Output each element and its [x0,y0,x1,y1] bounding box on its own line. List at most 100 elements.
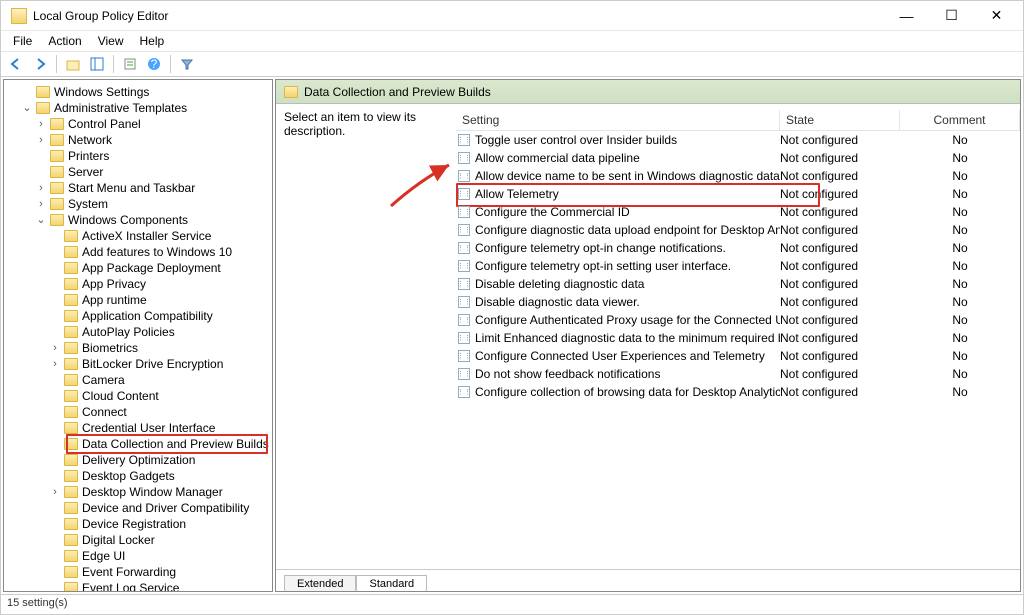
expander-icon[interactable]: › [48,484,62,500]
tree-item[interactable]: Digital Locker [6,532,270,548]
setting-row[interactable]: ⋮⋮Toggle user control over Insider build… [456,131,1020,149]
setting-row[interactable]: ⋮⋮Configure Authenticated Proxy usage fo… [456,311,1020,329]
tree-item-label: AutoPlay Policies [82,324,175,340]
tree-item-label: Device and Driver Compatibility [82,500,249,516]
expander-icon[interactable]: › [48,356,62,372]
folder-icon [64,470,78,482]
setting-row[interactable]: ⋮⋮Configure telemetry opt-in setting use… [456,257,1020,275]
setting-state: Not configured [780,277,900,291]
show-hide-tree-button[interactable] [86,53,108,75]
tree-item[interactable]: Device and Driver Compatibility [6,500,270,516]
tree-item[interactable]: Printers [6,148,270,164]
tab-standard[interactable]: Standard [356,575,427,592]
tree-item[interactable]: › Start Menu and Taskbar [6,180,270,196]
menu-help[interactable]: Help [132,32,173,50]
tree-item[interactable]: Credential User Interface [6,420,270,436]
tree-item-label: Printers [68,148,109,164]
policy-icon: ⋮⋮ [458,278,470,290]
export-button[interactable] [119,53,141,75]
tree-item[interactable]: ›Control Panel [6,116,270,132]
tree-item-label: Cloud Content [82,388,159,404]
setting-comment: No [900,133,1020,147]
setting-row[interactable]: ⋮⋮Allow commercial data pipelineNot conf… [456,149,1020,167]
menu-action[interactable]: Action [40,32,89,50]
setting-row[interactable]: ⋮⋮Disable diagnostic data viewer.Not con… [456,293,1020,311]
tree-item[interactable]: Add features to Windows 10 [6,244,270,260]
folder-icon [64,534,78,546]
tree-item[interactable]: ›Network [6,132,270,148]
tree-item[interactable]: Edge UI [6,548,270,564]
toolbar-sep [56,55,57,73]
col-state[interactable]: State [780,110,900,130]
tree-item[interactable]: ›BitLocker Drive Encryption [6,356,270,372]
setting-row[interactable]: ⋮⋮Allow device name to be sent in Window… [456,167,1020,185]
menu-file[interactable]: File [5,32,40,50]
description-column: Select an item to view its description. [284,110,456,569]
tree-item[interactable]: Event Forwarding [6,564,270,580]
folder-icon [64,390,78,402]
expander-icon[interactable]: › [34,196,48,212]
expander-icon[interactable]: ⌄ [34,212,48,228]
setting-row[interactable]: ⋮⋮Limit Enhanced diagnostic data to the … [456,329,1020,347]
tree-item[interactable]: Event Log Service [6,580,270,592]
col-comment[interactable]: Comment [900,110,1020,130]
tree-item[interactable]: Server [6,164,270,180]
tree-item[interactable]: Data Collection and Preview Builds [6,436,270,452]
tree-item[interactable]: Windows Settings [6,84,270,100]
setting-row[interactable]: ⋮⋮Configure Connected User Experiences a… [456,347,1020,365]
tree-item[interactable]: ›System [6,196,270,212]
folder-icon [64,310,78,322]
expander-icon[interactable]: › [34,116,48,132]
tree-item[interactable]: ›Biometrics [6,340,270,356]
help-button[interactable]: ? [143,53,165,75]
setting-row[interactable]: ⋮⋮Configure the Commercial IDNot configu… [456,203,1020,221]
expander-icon[interactable]: › [34,180,48,196]
tree-item[interactable]: App Package Deployment [6,260,270,276]
tab-extended[interactable]: Extended [284,575,356,592]
tree-item[interactable]: Application Compatibility [6,308,270,324]
setting-state: Not configured [780,169,900,183]
tree-item-label: Data Collection and Preview Builds [82,436,269,452]
tree-item[interactable]: App runtime [6,292,270,308]
tree-item[interactable]: Cloud Content [6,388,270,404]
expander-icon[interactable]: › [34,132,48,148]
tree-item[interactable]: ⌄Administrative Templates [6,100,270,116]
setting-name: Disable deleting diagnostic data [475,277,644,291]
setting-row[interactable]: ⋮⋮Configure diagnostic data upload endpo… [456,221,1020,239]
setting-row[interactable]: ⋮⋮Configure collection of browsing data … [456,383,1020,401]
tree-item[interactable]: ActiveX Installer Service [6,228,270,244]
setting-name: Configure Connected User Experiences and… [475,349,765,363]
forward-button[interactable] [29,53,51,75]
minimize-button[interactable]: — [884,1,929,30]
setting-row[interactable]: ⋮⋮ Disable deleting diagnostic data Not co… [456,275,1020,293]
tree-item-label: Credential User Interface [82,420,215,436]
policy-icon: ⋮⋮ [458,134,470,146]
setting-row[interactable]: ⋮⋮Configure telemetry opt-in change noti… [456,239,1020,257]
expander-icon[interactable]: ⌄ [20,100,34,116]
up-button[interactable] [62,53,84,75]
expander-icon[interactable]: › [48,340,62,356]
tree-item[interactable]: Desktop Gadgets [6,468,270,484]
setting-row[interactable]: ⋮⋮Allow TelemetryNot configuredNo [456,185,1020,203]
tree-item[interactable]: ⌄Windows Components [6,212,270,228]
close-button[interactable]: ✕ [974,1,1019,30]
list-rows[interactable]: ⋮⋮Toggle user control over Insider build… [456,131,1020,401]
tree-item[interactable]: Device Registration [6,516,270,532]
tree-item[interactable]: Delivery Optimization [6,452,270,468]
tree-item[interactable]: AutoPlay Policies [6,324,270,340]
tree-item[interactable]: Camera [6,372,270,388]
back-button[interactable] [5,53,27,75]
col-setting[interactable]: Setting [456,110,780,130]
details-header-title: Data Collection and Preview Builds [304,85,491,99]
maximize-button[interactable]: ☐ [929,1,974,30]
policy-icon: ⋮⋮ [458,242,470,254]
filter-button[interactable] [176,53,198,75]
tree-item[interactable]: ›Desktop Window Manager [6,484,270,500]
tree-item[interactable]: Connect [6,404,270,420]
tree-item[interactable]: App Privacy [6,276,270,292]
policy-icon: ⋮⋮ [458,296,470,308]
tree-panel[interactable]: Windows Settings⌄Administrative Template… [3,79,273,592]
tree-item-label: Start Menu and Taskbar [68,180,195,196]
setting-row[interactable]: ⋮⋮Do not show feedback notificationsNot … [456,365,1020,383]
menu-view[interactable]: View [90,32,132,50]
